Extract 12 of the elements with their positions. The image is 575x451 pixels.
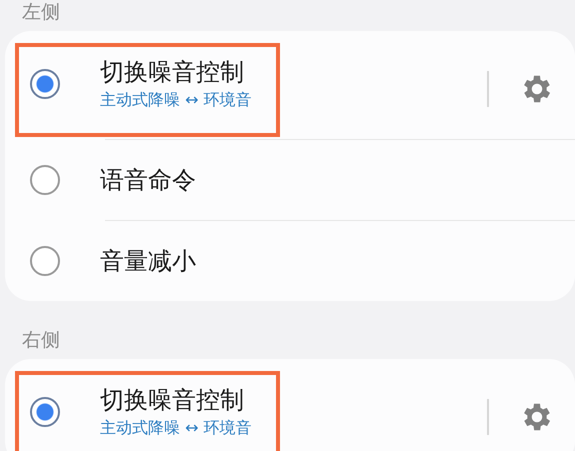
option-title: 音量减小: [100, 246, 196, 276]
section-label: 右侧: [21, 328, 61, 353]
radio-button[interactable]: [30, 246, 60, 276]
option-title: 语音命令: [100, 165, 196, 195]
radio-button[interactable]: [30, 397, 60, 427]
option-subtitle: 主动式降噪 ↔ 环境音: [100, 417, 252, 439]
radio-button[interactable]: [30, 69, 60, 99]
radio-button[interactable]: [30, 165, 60, 195]
option-title: 切换噪音控制: [100, 385, 245, 415]
option-title: 切换噪音控制: [100, 57, 245, 87]
section-label: 左侧: [21, 0, 61, 25]
option-subtitle: 主动式降噪 ↔ 环境音: [100, 89, 252, 111]
